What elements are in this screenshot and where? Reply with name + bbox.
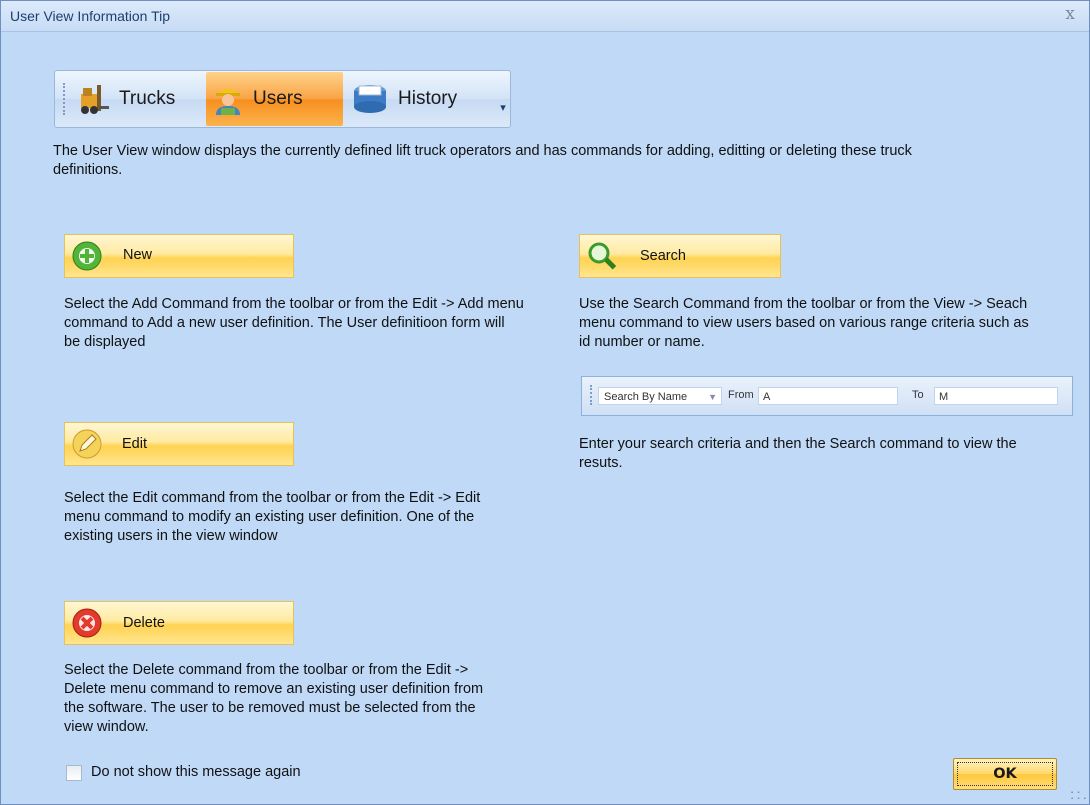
add-icon [72,241,102,271]
search-button-label: Search [640,248,686,264]
focus-rectangle [957,762,1053,786]
forklift-icon [81,85,109,114]
resize-grip-icon[interactable]: ⠠⠠ ⠠⠠⠠ [1067,787,1087,803]
to-input: M [934,387,1058,405]
pencil-icon [72,429,102,459]
user-icon [216,89,240,115]
dialog-window: User View Information Tip x Trucks Users… [0,0,1090,805]
do-not-show-checkbox[interactable] [66,765,82,781]
from-input: A [758,387,898,405]
title-bar: User View Information Tip x [1,1,1089,32]
view-tab-bar: Trucks Users History ▾ [54,70,511,128]
tab-history-label: History [398,88,458,109]
search-criteria-description: Enter your search criteria and then the … [579,436,1017,471]
new-button-label: New [123,247,153,263]
from-value: A [763,391,771,403]
delete-button-illustration: Delete [64,601,294,645]
to-value: M [939,391,949,403]
tab-users[interactable]: Users [206,72,343,126]
toolbar-grip [590,385,592,405]
ok-button[interactable]: OK [953,758,1057,790]
tab-trucks[interactable]: Trucks [69,72,207,126]
search-mode-value: Search By Name [604,391,688,403]
search-button-illustration: Search [579,234,781,278]
window-title: User View Information Tip [10,8,171,24]
from-label: From [728,389,754,401]
new-command-description: Select the Add Command from the toolbar … [64,296,524,350]
toolbar-grip [63,83,67,115]
chevron-down-icon: ▼ [708,392,717,402]
edit-button-illustration: Edit [64,422,294,466]
delete-button-label: Delete [123,615,165,631]
tab-history[interactable]: History [347,72,495,126]
new-button-illustration: New [64,234,294,278]
history-icon [354,85,386,113]
search-toolbar-illustration: Search By Name ▼ From A To M [581,376,1073,416]
intro-text: The User View window displays the curren… [53,143,912,178]
edit-command-description: Select the Edit command from the toolbar… [64,490,481,544]
tab-trucks-label: Trucks [119,88,176,109]
toolbar-overflow-button[interactable]: ▾ [497,101,509,125]
delete-icon [72,608,102,638]
search-icon [588,242,617,270]
do-not-show-label: Do not show this message again [91,764,301,780]
delete-command-description: Select the Delete command from the toolb… [64,662,484,735]
search-command-description: Use the Search Command from the toolbar … [579,296,1029,350]
search-mode-select: Search By Name ▼ [598,387,722,405]
to-label: To [912,389,924,401]
edit-button-label: Edit [122,436,147,452]
close-button[interactable]: x [1065,4,1075,24]
tab-users-label: Users [253,88,303,109]
